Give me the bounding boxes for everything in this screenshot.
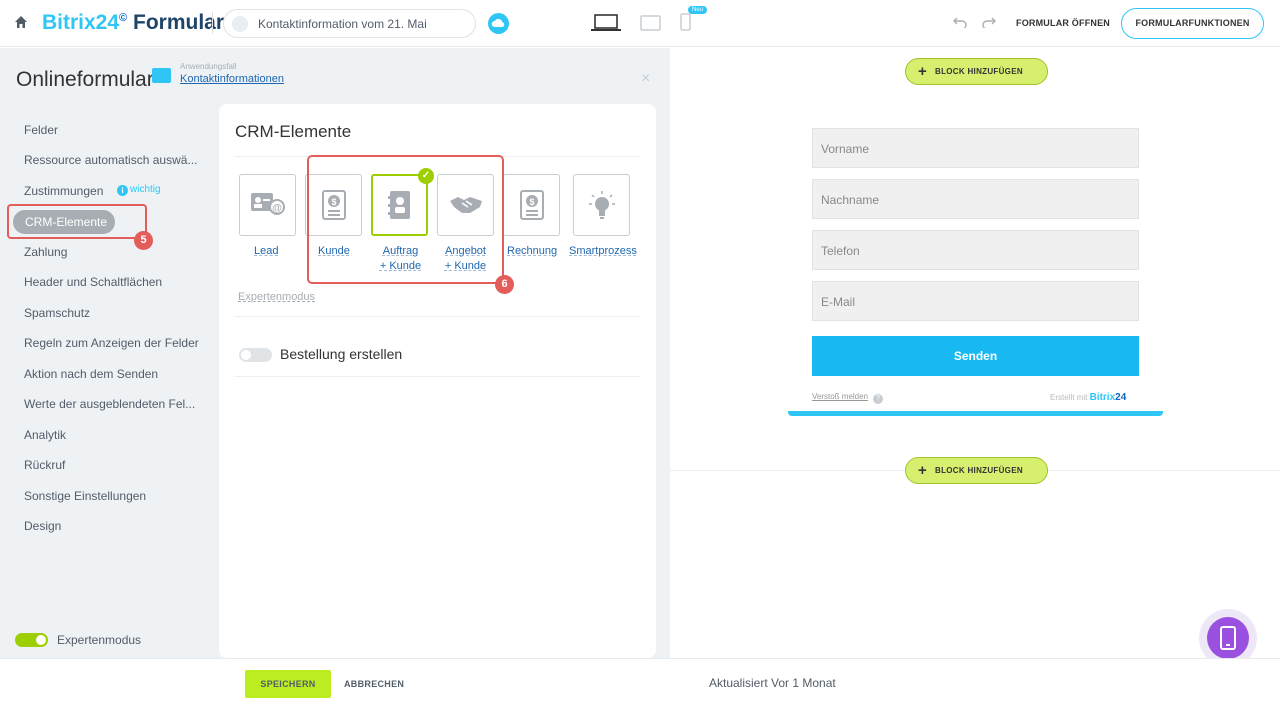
nav-item-rueckruf[interactable]: Rückruf — [24, 458, 65, 472]
submit-button[interactable]: Senden — [812, 336, 1139, 376]
open-form-button[interactable]: FORMULAR ÖFFNEN — [1016, 18, 1110, 28]
cancel-button[interactable]: ABBRECHEN — [344, 670, 404, 698]
svg-text:$: $ — [529, 197, 534, 207]
phone-field[interactable]: Telefon — [812, 230, 1139, 270]
report-link[interactable]: Verstoß melden? — [812, 392, 884, 404]
form-image-icon — [232, 16, 248, 32]
step-badge-5: 5 — [134, 231, 153, 250]
svg-text:@: @ — [272, 203, 282, 214]
crm-label-lead[interactable]: Lead — [254, 244, 278, 259]
order-toggle[interactable] — [239, 348, 272, 362]
add-block-button[interactable]: + BLOCK HINZUFÜGEN — [905, 58, 1048, 85]
invoice-icon: $ — [519, 190, 544, 220]
nav-item-design[interactable]: Design — [24, 519, 61, 533]
redo-icon[interactable] — [982, 16, 996, 28]
updated-status: Aktualisiert Vor 1 Monat — [709, 676, 836, 690]
lead-icon: @ — [250, 193, 285, 215]
divider — [235, 376, 640, 377]
laptop-icon[interactable] — [591, 14, 621, 32]
phone-icon[interactable] — [680, 13, 691, 31]
nav-item-header[interactable]: Header und Schaltflächen — [24, 275, 162, 289]
expert-mode-link[interactable]: Expertenmodus — [238, 291, 315, 303]
expert-mode-toggle[interactable] — [15, 633, 48, 647]
usecase-icon — [152, 68, 171, 83]
nav-item-sonstige[interactable]: Sonstige Einstellungen — [24, 489, 146, 503]
divider — [212, 12, 213, 34]
form-preview: + BLOCK HINZUFÜGEN Vorname Nachname Telef… — [670, 48, 1280, 658]
fab-inner — [1207, 617, 1249, 659]
plus-icon: + — [918, 63, 928, 80]
highlight-frame — [307, 155, 504, 284]
nav-item-werte[interactable]: Werte der ausgeblendeten Fel... — [24, 397, 195, 411]
add-block-button[interactable]: + BLOCK HINZUFÜGEN — [905, 457, 1048, 484]
panel-title: Onlineformular — [16, 68, 154, 91]
highlight-frame — [7, 204, 147, 239]
order-toggle-label: Bestellung erstellen — [280, 346, 403, 362]
usecase-label: Anwendungsfall — [180, 62, 237, 71]
undo-icon[interactable] — [953, 16, 967, 28]
divider — [235, 316, 640, 317]
save-button[interactable]: SPEICHERN — [245, 670, 331, 698]
crm-label-smartprozess[interactable]: Smartprozess — [569, 244, 637, 259]
step-badge-6: 6 — [495, 275, 514, 294]
nav-item-analytik[interactable]: Analytik — [24, 428, 66, 442]
lastname-field[interactable]: Nachname — [812, 179, 1139, 219]
crm-tile-lead[interactable]: @ — [239, 174, 296, 236]
form-bottom-border — [788, 411, 1163, 416]
info-icon: i — [117, 185, 128, 196]
nav-item-spamschutz[interactable]: Spamschutz — [24, 306, 90, 320]
crm-tile-rechnung[interactable]: $ — [503, 174, 560, 236]
lightbulb-icon — [588, 191, 615, 219]
nav-item-zahlung[interactable]: Zahlung — [24, 245, 67, 259]
firstname-field[interactable]: Vorname — [812, 128, 1139, 168]
close-icon[interactable]: × — [641, 70, 650, 88]
nav-item-aktion[interactable]: Aktion nach dem Senden — [24, 367, 158, 381]
crm-label-rechnung[interactable]: Rechnung — [507, 244, 557, 259]
crm-tile-smartprozess[interactable] — [573, 174, 630, 236]
nav-item-felder[interactable]: Felder — [24, 123, 58, 137]
home-icon[interactable] — [14, 15, 28, 29]
card-title: CRM-Elemente — [235, 122, 352, 141]
email-field[interactable]: E-Mail — [812, 281, 1139, 321]
cloud-icon[interactable] — [488, 13, 509, 34]
plus-icon: + — [918, 462, 928, 479]
form-functions-button[interactable]: FORMULARFUNKTIONEN — [1121, 8, 1264, 39]
nav-item-regeln[interactable]: Regeln zum Anzeigen der Felder — [24, 336, 199, 350]
nav-item-zustimmungen[interactable]: Zustimmungen — [24, 184, 103, 198]
top-bar: Bitrix24© Formulare Kontaktinformation v… — [0, 0, 1280, 47]
phone-icon — [1220, 626, 1236, 650]
form-title-input[interactable]: Kontaktinformation vom 21. Mai — [223, 9, 476, 38]
brand-logo: Bitrix24© Formulare — [42, 11, 236, 34]
expert-mode-label: Expertenmodus — [57, 633, 142, 647]
help-icon: ? — [873, 394, 884, 404]
important-link[interactable]: i wichtig — [117, 184, 161, 196]
made-with-label: Erstellt mit Bitrix24 — [1050, 392, 1127, 403]
usecase-link[interactable]: Kontaktinformationen — [180, 73, 284, 85]
bottom-bar: SPEICHERN ABBRECHEN Aktualisiert Vor 1 M… — [0, 658, 1280, 706]
tablet-icon[interactable] — [640, 15, 661, 31]
new-badge: Neu — [688, 6, 708, 14]
nav-item-ressource[interactable]: Ressource automatisch auswä... — [24, 153, 197, 167]
